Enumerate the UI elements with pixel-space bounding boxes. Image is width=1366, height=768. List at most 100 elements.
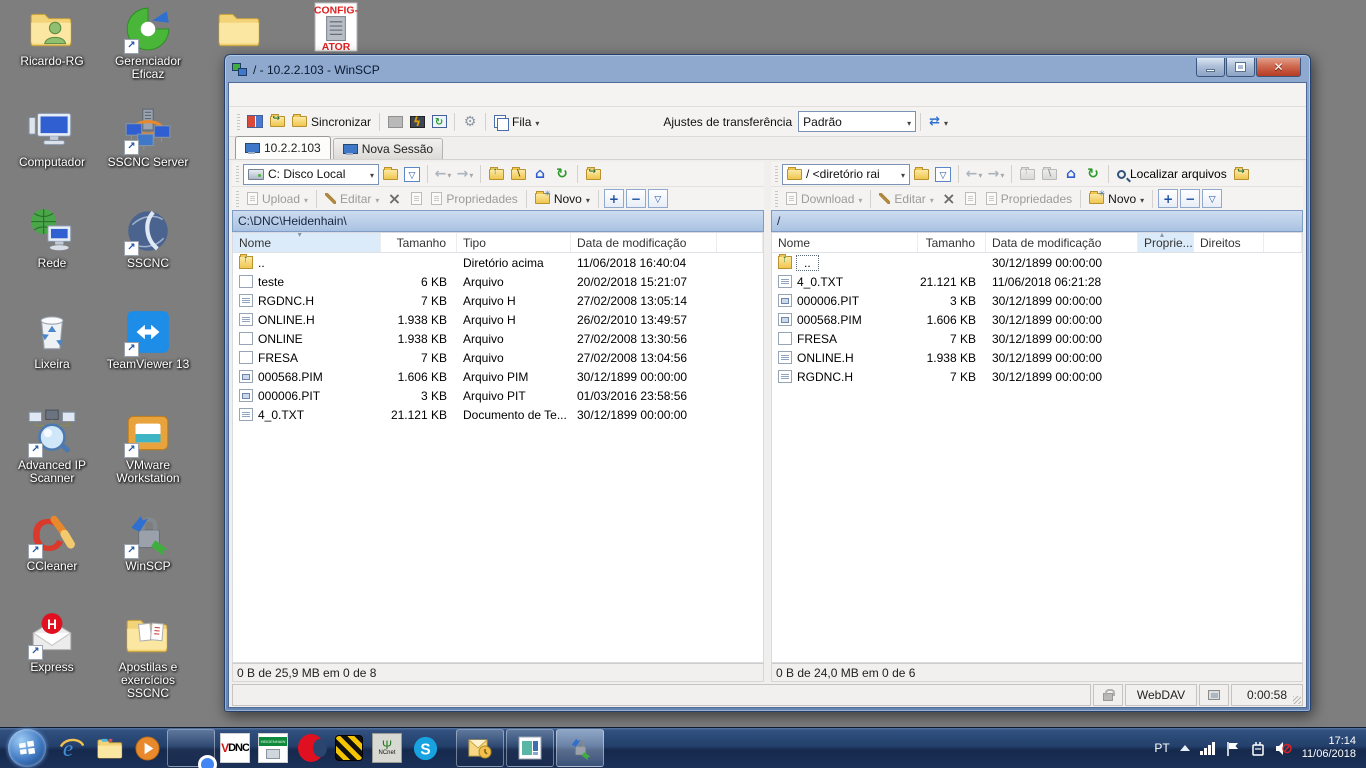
local-path-bar[interactable]: C:\DNC\Heidenhain\: [232, 210, 764, 232]
menu-item[interactable]: [301, 92, 317, 98]
power-plug-icon[interactable]: [1251, 741, 1265, 756]
session-tab[interactable]: 10.2.2.103: [235, 136, 331, 159]
desktop-icon[interactable]: Rede: [4, 204, 100, 305]
table-row[interactable]: .. 30/12/1899 00:00:00: [772, 253, 1302, 272]
home-directory-button[interactable]: [529, 163, 551, 185]
table-row[interactable]: FRESA 7 KB Arquivo 27/02/2008 13:04:56: [233, 348, 763, 367]
toggle-panels-button[interactable]: [244, 111, 266, 133]
open-directory-button[interactable]: [379, 163, 401, 185]
close-button[interactable]: ✕: [1256, 58, 1301, 77]
desktop-icon[interactable]: H Express: [4, 608, 100, 709]
menu-item[interactable]: [317, 92, 333, 98]
column-header-proprietario[interactable]: Proprie...: [1138, 233, 1194, 252]
delete-button[interactable]: [938, 188, 960, 210]
table-row[interactable]: ONLINE.H 1.938 KB Arquivo H 26/02/2010 1…: [233, 310, 763, 329]
unselect-files-button[interactable]: [626, 189, 646, 208]
maximize-button[interactable]: [1226, 58, 1255, 77]
desktop-icon[interactable]: WinSCP: [100, 507, 196, 608]
toolbar-grip[interactable]: [236, 191, 239, 207]
forward-button[interactable]: [454, 163, 476, 185]
menu-item[interactable]: [253, 92, 269, 98]
new-button[interactable]: Novo: [1085, 188, 1148, 210]
session-tab[interactable]: Nova Sessão: [333, 138, 443, 159]
open-terminal-button[interactable]: [406, 111, 428, 133]
taskbar-ie-icon[interactable]: e: [52, 729, 90, 767]
desktop-icon[interactable]: Computador: [4, 103, 100, 204]
taskbar-skype-icon[interactable]: S: [406, 729, 444, 767]
server-status-cell[interactable]: [1199, 684, 1229, 706]
column-header-nome[interactable]: Nome: [772, 233, 918, 252]
refresh-button[interactable]: [1082, 163, 1104, 185]
column-header-tipo[interactable]: Tipo: [457, 233, 571, 252]
table-row[interactable]: .. Diretório acima 11/06/2018 16:40:04: [233, 253, 763, 272]
rename-button[interactable]: [405, 188, 427, 210]
protocol-cell[interactable]: WebDAV: [1125, 684, 1197, 706]
synchronize-browsing-button[interactable]: [266, 111, 288, 133]
menu-item[interactable]: [333, 92, 349, 98]
forward-button[interactable]: [985, 163, 1007, 185]
encryption-status-cell[interactable]: [1093, 684, 1123, 706]
column-header-data[interactable]: Data de modificação: [571, 233, 717, 252]
taskbar-chrome-button[interactable]: [167, 729, 215, 767]
back-button[interactable]: [963, 163, 985, 185]
desktop-icon[interactable]: SSCNC: [100, 204, 196, 305]
column-header-tamanho[interactable]: Tamanho: [381, 233, 457, 252]
upload-button[interactable]: Upload: [243, 188, 312, 210]
volume-muted-icon[interactable]: [1275, 741, 1292, 756]
toolbar-grip[interactable]: [775, 166, 778, 182]
taskbar-outlook-button[interactable]: [456, 729, 504, 767]
desktop-icon[interactable]: Lixeira: [4, 305, 100, 406]
table-row[interactable]: 000006.PIT 3 KB 30/12/1899 00:00:00: [772, 291, 1302, 310]
delete-button[interactable]: [383, 188, 405, 210]
table-row[interactable]: 000568.PIM 1.606 KB 30/12/1899 00:00:00: [772, 310, 1302, 329]
taskbar-tool-icon[interactable]: [330, 729, 368, 767]
language-indicator[interactable]: PT: [1154, 741, 1169, 755]
table-row[interactable]: ONLINE 1.938 KB Arquivo 27/02/2008 13:30…: [233, 329, 763, 348]
menu-item[interactable]: [269, 92, 285, 98]
transfer-settings-select[interactable]: Padrão: [798, 111, 916, 132]
parent-directory-button[interactable]: [485, 163, 507, 185]
desktop-icon[interactable]: C CCleaner: [4, 507, 100, 608]
synchronize-button[interactable]: Sincronizar: [288, 110, 375, 134]
taskbar-dnc-icon[interactable]: VDNC: [216, 729, 254, 767]
selection-filter-button[interactable]: [648, 189, 668, 208]
preferences-button[interactable]: [459, 111, 481, 133]
taskbar-ncnet-icon[interactable]: ΨNCnet: [368, 729, 406, 767]
root-directory-button[interactable]: [507, 163, 529, 185]
parent-directory-button[interactable]: [1016, 163, 1038, 185]
table-row[interactable]: ONLINE.H 1.938 KB 30/12/1899 00:00:00: [772, 348, 1302, 367]
desktop-icon[interactable]: Apostilas e exercícios SSCNC: [100, 608, 196, 709]
taskbar-red-logo-icon[interactable]: [292, 729, 330, 767]
start-button[interactable]: [8, 729, 46, 767]
action-center-flag-icon[interactable]: [1226, 741, 1241, 756]
column-header-tamanho[interactable]: Tamanho: [918, 233, 986, 252]
desktop-icon[interactable]: SSCNC Server: [100, 103, 196, 204]
new-button[interactable]: Novo: [531, 188, 594, 210]
table-row[interactable]: 4_0.TXT 21.121 KB 11/06/2018 06:21:28: [772, 272, 1302, 291]
refresh-button[interactable]: [551, 163, 573, 185]
properties-button[interactable]: Propriedades: [982, 188, 1076, 210]
desktop-icon[interactable]: Gerenciador Eficaz: [100, 2, 196, 103]
local-drive-selector[interactable]: C: Disco Local: [243, 164, 379, 185]
table-row[interactable]: 4_0.TXT 21.121 KB Documento de Te... 30/…: [233, 405, 763, 424]
table-row[interactable]: 000568.PIM 1.606 KB Arquivo PIM 30/12/18…: [233, 367, 763, 386]
table-row[interactable]: 000006.PIT 3 KB Arquivo PIT 01/03/2016 2…: [233, 386, 763, 405]
follow-links-button[interactable]: [1231, 163, 1253, 185]
column-header-direitos[interactable]: Direitos: [1194, 233, 1264, 252]
toolbar-grip[interactable]: [237, 114, 240, 130]
refresh-session-button[interactable]: [428, 111, 450, 133]
home-directory-button[interactable]: [1060, 163, 1082, 185]
menu-item[interactable]: [237, 92, 253, 98]
table-row[interactable]: RGDNC.H 7 KB Arquivo H 27/02/2008 13:05:…: [233, 291, 763, 310]
taskbar-winscp-button[interactable]: [556, 729, 604, 767]
desktop-icon[interactable]: Ricardo-RG: [4, 2, 100, 103]
toolbar-grip[interactable]: [236, 166, 239, 182]
rename-button[interactable]: [960, 188, 982, 210]
desktop-icon-configator[interactable]: CONFIG-ATOR: [310, 2, 362, 52]
taskbar-explorer-icon[interactable]: [90, 729, 128, 767]
desktop-icon[interactable]: TeamViewer 13: [100, 305, 196, 406]
menu-item[interactable]: [285, 92, 301, 98]
download-button[interactable]: Download: [782, 188, 866, 210]
remote-path-bar[interactable]: /: [771, 210, 1303, 232]
desktop-icon-partial-folder[interactable]: [214, 4, 266, 54]
